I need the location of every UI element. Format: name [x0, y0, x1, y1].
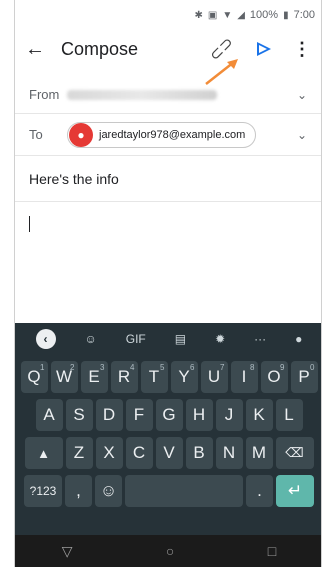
microphone-icon[interactable]: ● — [295, 332, 302, 346]
from-address-redacted — [67, 89, 217, 100]
body-field[interactable] — [15, 202, 321, 312]
key-a[interactable]: A — [35, 399, 63, 431]
period-key[interactable]: . — [246, 475, 273, 507]
key-d[interactable]: D — [95, 399, 123, 431]
space-key[interactable] — [125, 475, 243, 507]
battery-level: 100% — [249, 9, 279, 21]
navigation-bar: ▽ ○ □ — [15, 535, 321, 567]
key-c[interactable]: C — [125, 437, 153, 469]
wifi-icon: ▼ — [222, 9, 233, 21]
collapse-icon[interactable]: ‹ — [35, 329, 56, 349]
bluetooth-icon: ✱ — [194, 9, 203, 21]
from-label: From — [29, 87, 60, 102]
key-i[interactable]: I8 — [230, 361, 258, 393]
key-k[interactable]: K — [245, 399, 273, 431]
text-cursor — [29, 216, 30, 232]
chevron-down-icon[interactable]: ⌄ — [297, 128, 307, 142]
keyboard: ‹ ☺ GIF ▤ ✹ ··· ● Q1W2E3R4T5Y6U7I8O9P0 A… — [15, 323, 321, 535]
key-m[interactable]: M — [245, 437, 273, 469]
shift-key-icon[interactable]: ▲ — [24, 437, 63, 469]
avatar: ● — [69, 122, 93, 147]
key-g[interactable]: G — [155, 399, 183, 431]
signal-icon: ◢ — [237, 9, 245, 21]
recipient-email: jaredtaylor978@example.com — [99, 128, 246, 141]
app-bar: ← Compose ⊂⊃ ⋮ — [15, 30, 321, 68]
key-q[interactable]: Q1 — [20, 361, 48, 393]
to-field[interactable]: To ● jaredtaylor978@example.com ⌄ — [15, 114, 321, 156]
from-field[interactable]: From ⌄ — [15, 76, 321, 114]
key-b[interactable]: B — [185, 437, 213, 469]
chevron-down-icon[interactable]: ⌄ — [297, 88, 307, 102]
status-bar: ✱ ▣ ▼ ◢ 100% ▮ 7:00 — [15, 0, 321, 30]
key-s[interactable]: S — [65, 399, 93, 431]
key-z[interactable]: Z — [65, 437, 93, 469]
symbols-key[interactable]: ?123 — [24, 475, 62, 507]
phone-screen: ✱ ▣ ▼ ◢ 100% ▮ 7:00 ← Compose ⊂⊃ ⋮ From … — [14, 0, 322, 567]
key-t[interactable]: T5 — [140, 361, 168, 393]
key-x[interactable]: X — [95, 437, 123, 469]
back-nav-icon[interactable]: ▽ — [62, 543, 73, 560]
back-arrow-icon[interactable]: ← — [25, 38, 55, 61]
settings-icon[interactable]: ✹ — [215, 332, 225, 346]
key-u[interactable]: U7 — [200, 361, 228, 393]
key-f[interactable]: F — [125, 399, 153, 431]
subject-field[interactable]: Here's the info — [15, 156, 321, 202]
nfc-icon: ▣ — [207, 9, 218, 21]
key-e[interactable]: E3 — [80, 361, 108, 393]
backspace-icon[interactable]: ⌫ — [275, 437, 314, 469]
key-row-3: ▲ Z X C V B N M ⌫ — [15, 437, 321, 469]
annotation-arrow-icon — [205, 59, 238, 85]
enter-icon[interactable]: ↵ — [276, 475, 314, 507]
recents-nav-icon[interactable]: □ — [268, 543, 276, 559]
battery-icon: ▮ — [283, 9, 289, 21]
page-title: Compose — [61, 38, 139, 59]
key-v[interactable]: V — [155, 437, 183, 469]
key-h[interactable]: H — [185, 399, 213, 431]
more-icon[interactable]: ··· — [254, 332, 266, 346]
clipboard-icon[interactable]: ▤ — [175, 332, 186, 346]
key-n[interactable]: N — [215, 437, 243, 469]
clock: 7:00 — [293, 9, 315, 21]
home-nav-icon[interactable]: ○ — [166, 543, 174, 559]
key-j[interactable]: J — [215, 399, 243, 431]
key-p[interactable]: P0 — [290, 361, 318, 393]
more-options-icon[interactable]: ⋮ — [293, 39, 311, 60]
gif-button[interactable]: GIF — [126, 332, 146, 346]
send-icon[interactable] — [257, 42, 271, 56]
key-o[interactable]: O9 — [260, 361, 288, 393]
emoji-icon[interactable]: ☺ — [95, 475, 122, 507]
key-row-1: Q1W2E3R4T5Y6U7I8O9P0 — [15, 361, 321, 393]
key-l[interactable]: L — [275, 399, 303, 431]
key-r[interactable]: R4 — [110, 361, 138, 393]
key-y[interactable]: Y6 — [170, 361, 198, 393]
to-label: To — [29, 127, 43, 142]
comma-key[interactable]: , — [65, 475, 92, 507]
keyboard-toolbar: ‹ ☺ GIF ▤ ✹ ··· ● — [15, 323, 321, 355]
sticker-icon[interactable]: ☺ — [85, 332, 97, 346]
recipient-chip[interactable]: ● jaredtaylor978@example.com — [67, 121, 257, 148]
key-row-4: ?123 , ☺ . ↵ — [15, 475, 321, 507]
key-w[interactable]: W2 — [50, 361, 78, 393]
key-row-2: ASDFGHJKL — [15, 399, 321, 431]
